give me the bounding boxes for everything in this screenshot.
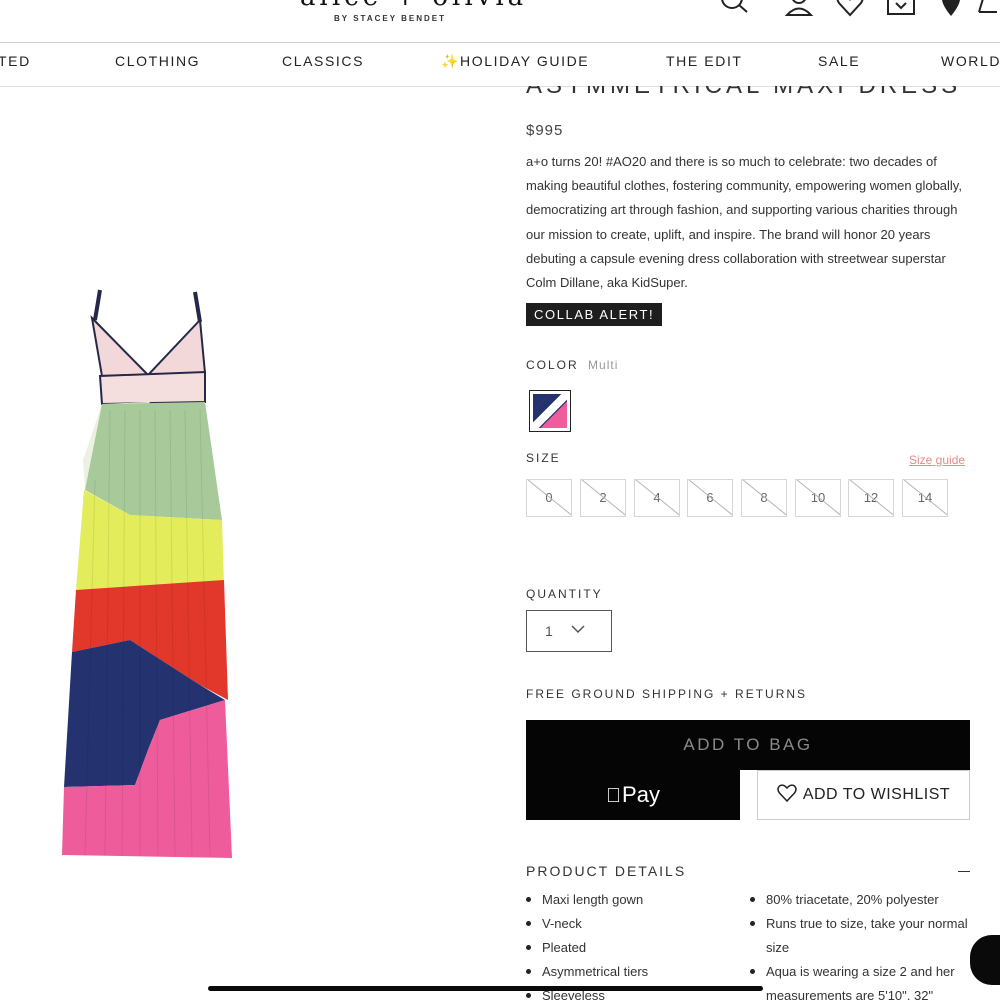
- size-option-6[interactable]: 6: [687, 479, 733, 517]
- chevron-down-icon: [571, 625, 585, 634]
- shopping-bag-icon[interactable]: [884, 0, 918, 18]
- account-icon[interactable]: [782, 0, 816, 18]
- add-to-bag-button[interactable]: ADD TO BAG: [526, 720, 970, 770]
- quantity-label: QUANTITY: [526, 587, 603, 601]
- collapse-minus-icon[interactable]: [958, 871, 970, 872]
- add-to-wishlist-label: ADD TO WISHLIST: [802, 786, 951, 803]
- nav-item-holiday-guide[interactable]: ✨HOLIDAY GUIDE: [441, 53, 589, 70]
- quantity-select[interactable]: 1: [526, 610, 612, 652]
- add-to-wishlist-button[interactable]: ADD TO WISHLIST: [757, 770, 970, 820]
- home-indicator-bar[interactable]: [208, 986, 763, 991]
- product-details-list-left: Maxi length gown V-neck Pleated Asymmetr…: [526, 888, 726, 1000]
- size-option-12[interactable]: 12: [848, 479, 894, 517]
- chat-widget-button[interactable]: [970, 935, 1000, 985]
- collab-badge: COLLAB ALERT!: [526, 303, 663, 326]
- product-price: $995: [526, 122, 564, 139]
- color-label: COLOR Multi: [526, 358, 618, 372]
- product-details-heading[interactable]: PRODUCT DETAILS: [526, 863, 686, 879]
- size-option-2[interactable]: 2: [580, 479, 626, 517]
- search-icon[interactable]: [717, 0, 751, 18]
- apple-pay-button[interactable]: Pay: [526, 770, 740, 820]
- nav-item-sale[interactable]: SALE: [818, 53, 860, 69]
- heart-icon: [777, 784, 797, 802]
- nav-item-classics[interactable]: CLASSICS: [282, 53, 364, 69]
- size-option-14[interactable]: 14: [902, 479, 948, 517]
- store-locator-pin-icon[interactable]: [934, 0, 968, 18]
- shipping-note: FREE GROUND SHIPPING + RETURNS: [526, 687, 808, 701]
- nav-item-world[interactable]: WORLD: [941, 53, 1000, 69]
- list-item: Runs true to size, take your normal size: [750, 912, 975, 960]
- size-option-4[interactable]: 4: [634, 479, 680, 517]
- list-item: Aqua is wearing a size 2 and her measure…: [750, 960, 975, 1000]
- list-item: Maxi length gown: [526, 888, 726, 912]
- color-swatch-multi[interactable]: [529, 390, 571, 432]
- nav-item-the-edit[interactable]: THE EDIT: [666, 53, 743, 69]
- brand-logo[interactable]: alice + olivia: [300, 0, 527, 12]
- size-option-10[interactable]: 10: [795, 479, 841, 517]
- list-item: Pleated: [526, 936, 726, 960]
- apple-logo-icon: : [606, 785, 621, 807]
- wishlist-heart-icon[interactable]: [833, 0, 867, 18]
- product-image[interactable]: [50, 280, 250, 870]
- color-label-text: COLOR: [526, 358, 579, 372]
- size-option-0[interactable]: 0: [526, 479, 572, 517]
- brand-logo-subtitle: BY STACEY BENDET: [334, 14, 447, 23]
- nav-item-clothing[interactable]: CLOTHING: [115, 53, 200, 69]
- list-item: 80% triacetate, 20% polyester: [750, 888, 975, 912]
- apple-pay-label: Pay: [614, 782, 660, 807]
- size-label: SIZE: [526, 451, 561, 465]
- product-details-list-right: 80% triacetate, 20% polyester Runs true …: [750, 888, 975, 1000]
- size-option-8[interactable]: 8: [741, 479, 787, 517]
- main-navigation: TED CLOTHING CLASSICS ✨HOLIDAY GUIDE THE…: [0, 43, 1000, 87]
- nav-item-curated[interactable]: TED: [0, 53, 31, 69]
- product-description: a+o turns 20! #AO20 and there is so much…: [526, 154, 962, 291]
- quantity-value: 1: [545, 623, 553, 639]
- size-guide-link[interactable]: Size guide: [909, 453, 965, 467]
- color-value: Multi: [588, 358, 619, 372]
- list-item: V-neck: [526, 912, 726, 936]
- list-item: Asymmetrical tiers: [526, 960, 726, 984]
- bag-icon-partial[interactable]: [975, 0, 1000, 18]
